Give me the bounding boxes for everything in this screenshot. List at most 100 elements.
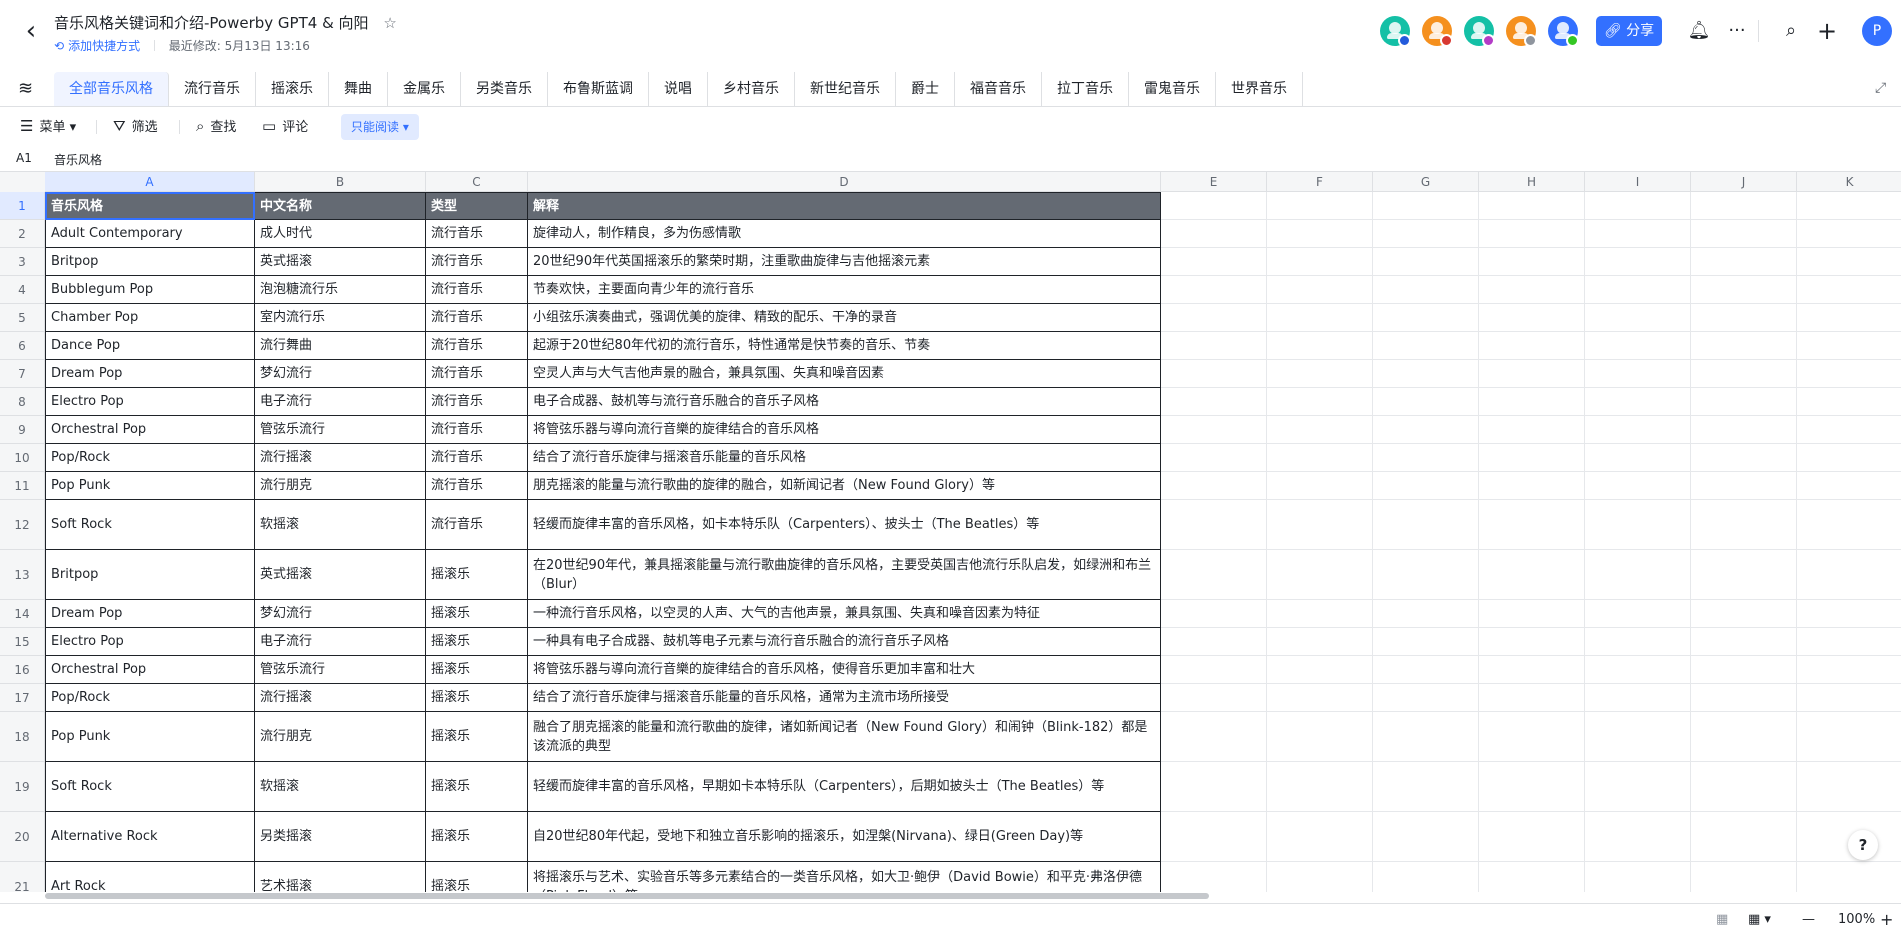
empty-cell[interactable] (1797, 600, 1901, 628)
sheet-tab[interactable]: 雷鬼音乐 (1129, 72, 1216, 106)
zoom-in-button[interactable]: + (1880, 910, 1893, 929)
empty-cell[interactable] (1585, 192, 1691, 220)
empty-cell[interactable] (1479, 332, 1585, 360)
table-cell[interactable]: Electro Pop (45, 628, 255, 656)
table-cell[interactable]: Pop/Rock (45, 444, 255, 472)
row-header[interactable]: 21 (0, 862, 45, 892)
table-cell[interactable]: 旋律动人，制作精良，多为伤感情歌 (528, 220, 1161, 248)
sheet-tab[interactable]: 全部音乐风格 (54, 72, 169, 106)
empty-cell[interactable] (1161, 360, 1267, 388)
back-icon[interactable]: ‹ (18, 18, 44, 44)
table-cell[interactable]: 摇滚乐 (426, 550, 528, 600)
empty-cell[interactable] (1585, 304, 1691, 332)
collaborator-avatar[interactable] (1506, 16, 1537, 47)
table-cell[interactable]: 流行舞曲 (255, 332, 426, 360)
table-cell[interactable]: 摇滚乐 (426, 628, 528, 656)
empty-cell[interactable] (1479, 416, 1585, 444)
column-header[interactable]: C (426, 172, 528, 192)
expand-icon[interactable]: ⤢ (1875, 80, 1886, 96)
table-cell[interactable]: Alternative Rock (45, 812, 255, 862)
empty-cell[interactable] (1797, 684, 1901, 712)
header-cell[interactable]: 类型 (426, 192, 528, 220)
table-cell[interactable]: Dance Pop (45, 332, 255, 360)
sheet-tab[interactable]: 流行音乐 (169, 72, 256, 106)
table-cell[interactable]: Britpop (45, 248, 255, 276)
table-cell[interactable]: 融合了朋克摇滚的能量和流行歌曲的旋律，诸如新闻记者（New Found Glor… (528, 712, 1161, 762)
empty-cell[interactable] (1479, 600, 1585, 628)
row-header[interactable]: 15 (0, 628, 45, 656)
empty-cell[interactable] (1161, 388, 1267, 416)
sheet-tab[interactable]: 舞曲 (329, 72, 388, 106)
empty-cell[interactable] (1373, 684, 1479, 712)
table-cell[interactable]: Soft Rock (45, 500, 255, 550)
empty-cell[interactable] (1479, 812, 1585, 862)
table-cell[interactable]: Chamber Pop (45, 304, 255, 332)
empty-cell[interactable] (1691, 712, 1797, 762)
empty-cell[interactable] (1797, 628, 1901, 656)
empty-cell[interactable] (1161, 220, 1267, 248)
row-header[interactable]: 14 (0, 600, 45, 628)
add-shortcut-link[interactable]: ⟲ 添加快捷方式 (54, 39, 140, 53)
empty-cell[interactable] (1267, 388, 1373, 416)
empty-cell[interactable] (1691, 416, 1797, 444)
help-icon[interactable]: ? (1848, 830, 1878, 860)
table-cell[interactable]: 成人时代 (255, 220, 426, 248)
empty-cell[interactable] (1691, 500, 1797, 550)
empty-cell[interactable] (1161, 444, 1267, 472)
empty-cell[interactable] (1585, 360, 1691, 388)
empty-cell[interactable] (1161, 304, 1267, 332)
empty-cell[interactable] (1373, 388, 1479, 416)
table-cell[interactable]: 艺术摇滚 (255, 862, 426, 892)
empty-cell[interactable] (1161, 684, 1267, 712)
table-cell[interactable]: 另类摇滚 (255, 812, 426, 862)
row-header[interactable]: 3 (0, 248, 45, 276)
empty-cell[interactable] (1373, 192, 1479, 220)
empty-cell[interactable] (1479, 304, 1585, 332)
collaborator-avatar[interactable] (1548, 16, 1579, 47)
empty-cell[interactable] (1585, 812, 1691, 862)
table-cell[interactable]: 节奏欢快，主要面向青少年的流行音乐 (528, 276, 1161, 304)
star-icon[interactable]: ☆ (383, 14, 396, 32)
empty-cell[interactable] (1267, 416, 1373, 444)
empty-cell[interactable] (1585, 656, 1691, 684)
table-cell[interactable]: 一种流行音乐风格，以空灵的人声、大气的吉他声景，兼具氛围、失真和噪音因素为特征 (528, 600, 1161, 628)
table-cell[interactable]: 软摇滚 (255, 762, 426, 812)
sheet-tab[interactable]: 说唱 (649, 72, 708, 106)
filter-button[interactable]: ⛛ 筛选 (113, 114, 158, 138)
empty-cell[interactable] (1373, 276, 1479, 304)
empty-cell[interactable] (1479, 388, 1585, 416)
empty-cell[interactable] (1161, 416, 1267, 444)
empty-cell[interactable] (1267, 600, 1373, 628)
empty-cell[interactable] (1267, 220, 1373, 248)
empty-cell[interactable] (1267, 628, 1373, 656)
table-cell[interactable]: 将摇滚乐与艺术、实验音乐等多元素结合的一类音乐风格，如大卫·鲍伊（David B… (528, 862, 1161, 892)
row-header[interactable]: 6 (0, 332, 45, 360)
column-header[interactable]: I (1585, 172, 1691, 192)
empty-cell[interactable] (1267, 248, 1373, 276)
select-all-corner[interactable] (0, 172, 46, 193)
zoom-level[interactable]: 100% (1838, 912, 1875, 927)
empty-cell[interactable] (1797, 656, 1901, 684)
table-cell[interactable]: 流行音乐 (426, 248, 528, 276)
empty-cell[interactable] (1267, 550, 1373, 600)
table-cell[interactable]: 流行音乐 (426, 500, 528, 550)
table-cell[interactable]: 小组弦乐演奏曲式，强调优美的旋律、精致的配乐、干净的录音 (528, 304, 1161, 332)
empty-cell[interactable] (1479, 192, 1585, 220)
empty-cell[interactable] (1373, 550, 1479, 600)
empty-cell[interactable] (1373, 712, 1479, 762)
empty-cell[interactable] (1267, 656, 1373, 684)
empty-cell[interactable] (1161, 862, 1267, 892)
empty-cell[interactable] (1479, 762, 1585, 812)
empty-cell[interactable] (1267, 304, 1373, 332)
table-cell[interactable]: 电子合成器、鼓机等与流行音乐融合的音乐子风格 (528, 388, 1161, 416)
sheet-tab[interactable]: 布鲁斯蓝调 (548, 72, 649, 106)
empty-cell[interactable] (1797, 500, 1901, 550)
column-header[interactable]: E (1161, 172, 1267, 192)
sheet-tab[interactable]: 新世纪音乐 (795, 72, 896, 106)
table-cell[interactable]: 梦幻流行 (255, 600, 426, 628)
table-cell[interactable]: 在20世纪90年代，兼具摇滚能量与流行歌曲旋律的音乐风格，主要受英国吉他流行乐队… (528, 550, 1161, 600)
row-header[interactable]: 7 (0, 360, 45, 388)
empty-cell[interactable] (1585, 472, 1691, 500)
row-header[interactable]: 5 (0, 304, 45, 332)
empty-cell[interactable] (1479, 472, 1585, 500)
